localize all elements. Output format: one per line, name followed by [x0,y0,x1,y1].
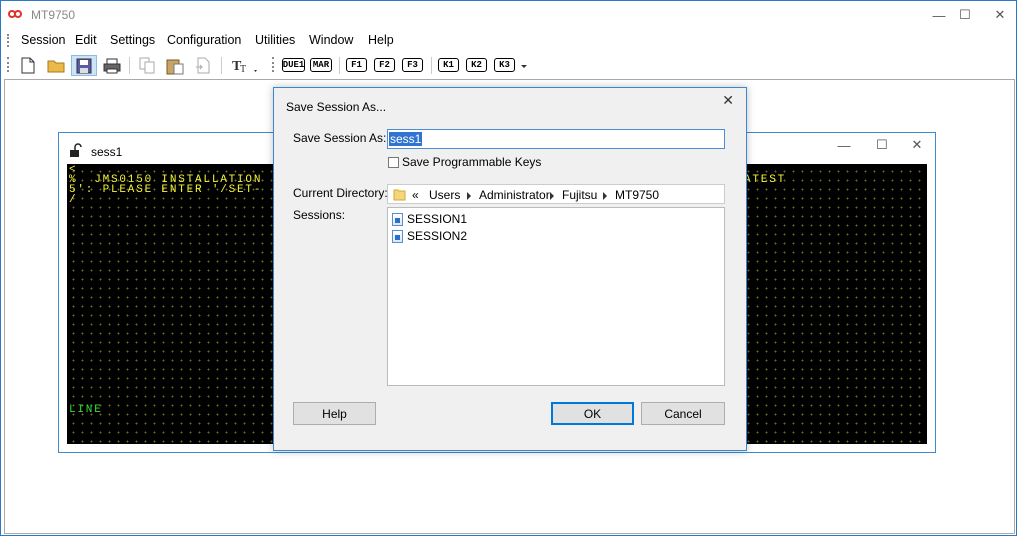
menu-help[interactable]: Help [368,33,394,47]
save-as-input[interactable]: sess1 [387,129,725,149]
session-maximize-button[interactable]: ☐ [867,133,897,157]
path-arrow-icon[interactable] [550,192,554,200]
infinity-logo-icon [8,10,22,18]
open-folder-icon[interactable] [45,55,67,76]
menu-utilities[interactable]: Utilities [255,33,295,47]
close-button[interactable]: ✕ [977,1,1017,29]
menu-grip-icon[interactable] [7,34,9,47]
terminal-line: 5': PLEASE ENTER '/SET- [69,184,263,196]
current-directory-path[interactable]: « Users Administrator Fujitsu MT9750 [387,184,725,204]
path-segment-users[interactable]: Users [429,188,460,202]
main-window: MT9750 — ☐ ✕ Session Edit Settings Confi… [0,0,1017,536]
session-file-icon [392,212,403,226]
paste-special-icon[interactable] [192,55,214,76]
terminal-line: / [69,194,78,206]
path-arrow-icon[interactable] [467,192,471,200]
dialog-close-icon[interactable]: ✕ [722,92,734,109]
folder-icon [393,189,406,201]
session-file-icon [392,229,403,243]
title-bar: MT9750 — ☐ ✕ [1,1,1016,29]
paste-icon[interactable] [164,55,186,76]
key-k3-button[interactable]: K3 [494,58,515,72]
path-prefix[interactable]: « [412,188,419,202]
save-as-value: sess1 [389,132,423,146]
key-f1-button[interactable]: F1 [346,58,367,72]
toolbar: TT DUE1 MAR F1 F2 F3 K1 K2 K3 [1,52,1016,78]
save-as-label: Save Session As: [293,131,387,145]
menu-session[interactable]: Session [21,33,65,47]
cancel-button[interactable]: Cancel [641,402,725,425]
save-programmable-keys-label[interactable]: Save Programmable Keys [402,155,541,169]
help-button[interactable]: Help [293,402,376,425]
list-item[interactable]: SESSION2 [392,228,467,244]
sessions-list[interactable]: SESSION1 SESSION2 [387,207,725,386]
toolbar-separator [431,57,432,74]
key-f2-button[interactable]: F2 [374,58,395,72]
terminal-status-line: LINE [69,404,103,416]
key-k2-button[interactable]: K2 [466,58,487,72]
save-session-dialog: Save Session As... ✕ Save Session As: se… [273,87,747,451]
terminal-line-fragment: ATEST [744,174,787,186]
toolbar-separator [129,57,130,74]
path-segment-administrator[interactable]: Administrator [479,188,550,202]
print-icon[interactable] [101,55,123,76]
key-due1-button[interactable]: DUE1 [282,58,305,72]
toolbar-separator [339,57,340,74]
font-icon[interactable]: TT [230,55,260,76]
toolbar-grip-icon[interactable] [7,57,9,72]
dialog-title: Save Session As... [286,100,387,114]
unlock-icon [70,143,82,157]
path-arrow-icon[interactable] [603,192,607,200]
path-segment-mt9750[interactable]: MT9750 [615,188,659,202]
menu-settings[interactable]: Settings [110,33,155,47]
save-programmable-keys-checkbox[interactable] [388,157,399,168]
session-title: sess1 [91,145,123,159]
session-item-label: SESSION2 [407,229,468,243]
session-item-label: SESSION1 [407,212,468,226]
key-k1-button[interactable]: K1 [438,58,459,72]
session-close-button[interactable]: ✕ [902,133,932,157]
current-directory-label: Current Directory: [293,186,388,200]
menu-bar: Session Edit Settings Configuration Util… [1,30,1016,51]
copy-icon[interactable] [136,55,158,76]
menu-edit[interactable]: Edit [75,33,97,47]
save-icon[interactable] [71,55,97,76]
toolbar-grip-icon[interactable] [272,57,274,72]
session-minimize-button[interactable]: — [829,133,859,157]
toolbar-overflow-icon[interactable] [520,55,528,76]
menu-window[interactable]: Window [309,33,353,47]
ok-button[interactable]: OK [551,402,634,425]
list-item[interactable]: SESSION1 [392,211,467,227]
sessions-label: Sessions: [293,208,346,222]
key-mar-button[interactable]: MAR [310,58,332,72]
app-title: MT9750 [31,8,76,22]
toolbar-separator [221,57,222,74]
new-file-icon[interactable] [18,55,38,76]
menu-configuration[interactable]: Configuration [167,33,241,47]
svg-text:T: T [240,64,246,75]
path-segment-fujitsu[interactable]: Fujitsu [562,188,597,202]
key-f3-button[interactable]: F3 [402,58,423,72]
